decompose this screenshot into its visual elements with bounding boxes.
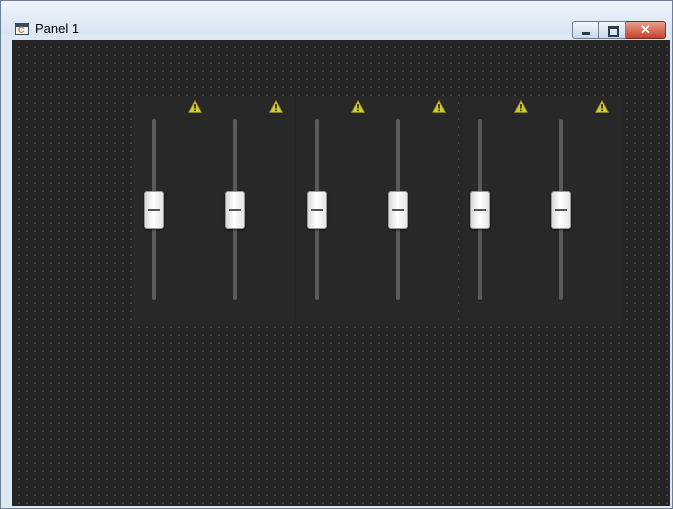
fader-knob[interactable]	[470, 191, 490, 229]
minimize-button[interactable]	[572, 21, 599, 39]
app-icon: C	[15, 23, 29, 35]
fader-knob[interactable]	[225, 191, 245, 229]
fader-knob[interactable]	[307, 191, 327, 229]
panel-canvas[interactable]	[12, 40, 670, 506]
minimize-icon	[582, 32, 590, 35]
close-button[interactable]: ✕	[626, 21, 666, 39]
maximize-button[interactable]	[599, 21, 626, 39]
window-controls: ✕	[572, 21, 666, 39]
warning-icon	[514, 100, 528, 113]
fader-knob[interactable]	[144, 191, 164, 229]
fader-knob[interactable]	[551, 191, 571, 229]
warning-icon	[432, 100, 446, 113]
maximize-icon	[608, 26, 619, 37]
app-icon-letter: C	[18, 25, 25, 35]
close-icon: ✕	[640, 22, 651, 37]
warning-icon	[188, 100, 202, 113]
warning-icon	[595, 100, 609, 113]
warning-icon	[269, 100, 283, 113]
panel-window: C Panel 1 ✕	[0, 0, 673, 509]
fader-knob[interactable]	[388, 191, 408, 229]
title-bar[interactable]: C Panel 1 ✕	[1, 1, 672, 39]
window-title: Panel 1	[35, 21, 80, 36]
warning-icon	[351, 100, 365, 113]
